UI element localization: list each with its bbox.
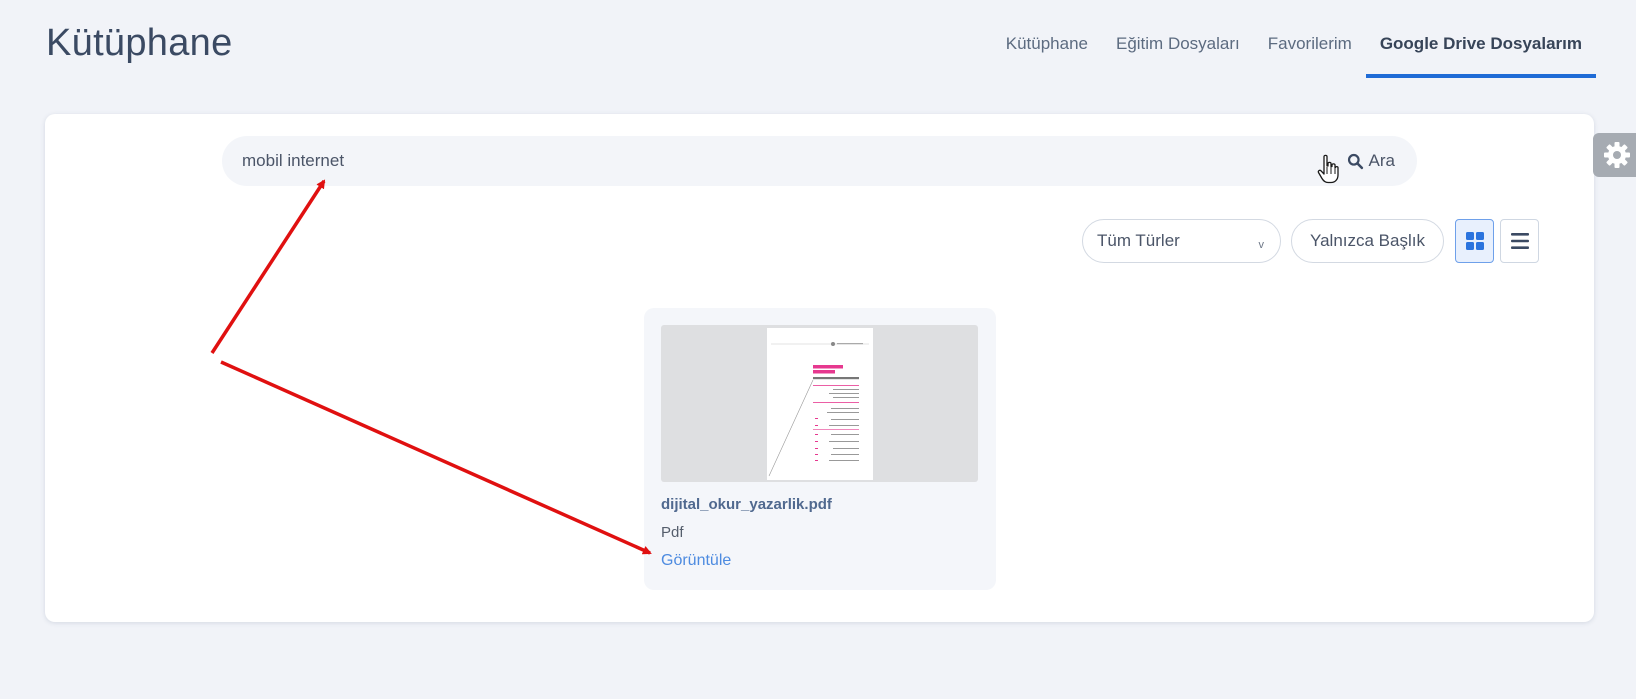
list-view-icon xyxy=(1510,233,1529,249)
library-card: Ara Tüm Türler v Yalnızca Başlık xyxy=(45,114,1594,622)
type-filter-select[interactable]: Tüm Türler v xyxy=(1082,219,1281,263)
tab-google-drive-files[interactable]: Google Drive Dosyalarım xyxy=(1365,0,1597,78)
search-bar: Ara xyxy=(222,136,1417,186)
settings-button[interactable] xyxy=(1593,133,1636,177)
gear-icon xyxy=(1603,142,1630,168)
library-page: Kütüphane Kütüphane Eğitim Dosyaları Fav… xyxy=(0,0,1636,699)
tab-bar: Kütüphane Eğitim Dosyaları Favorilerim G… xyxy=(992,0,1597,80)
search-button[interactable]: Ara xyxy=(1347,136,1395,186)
pdf-page-preview xyxy=(767,328,873,480)
title-only-button[interactable]: Yalnızca Başlık xyxy=(1291,219,1444,263)
search-icon xyxy=(1347,153,1363,169)
grid-view-icon xyxy=(1465,232,1484,250)
tab-library[interactable]: Kütüphane xyxy=(992,0,1102,78)
hand-cursor-icon xyxy=(1317,154,1339,184)
file-thumbnail[interactable] xyxy=(661,325,978,482)
file-name[interactable]: dijital_okur_yazarlik.pdf xyxy=(661,496,832,513)
tab-favorites[interactable]: Favorilerim xyxy=(1254,0,1366,78)
tab-training-files[interactable]: Eğitim Dosyaları xyxy=(1102,0,1254,78)
grid-view-button[interactable] xyxy=(1455,219,1494,263)
search-input[interactable] xyxy=(242,136,1242,186)
chevron-down-icon: v xyxy=(1258,239,1265,251)
file-type: Pdf xyxy=(661,524,684,541)
file-card[interactable]: dijital_okur_yazarlik.pdf Pdf Görüntüle xyxy=(644,308,996,590)
page-title: Kütüphane xyxy=(46,22,233,64)
view-file-link[interactable]: Görüntüle xyxy=(661,552,731,570)
list-view-button[interactable] xyxy=(1500,219,1539,263)
search-button-label: Ara xyxy=(1368,151,1395,170)
type-filter-selected: Tüm Türler xyxy=(1097,231,1180,250)
